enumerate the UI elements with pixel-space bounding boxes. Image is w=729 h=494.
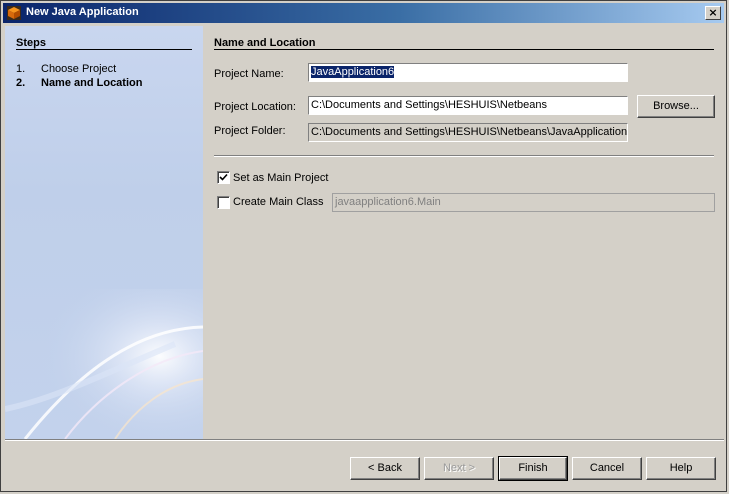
set-main-project-checkbox[interactable] bbox=[217, 171, 230, 184]
back-button[interactable]: < Back bbox=[350, 457, 420, 480]
project-folder-field[interactable]: C:\Documents and Settings\HESHUIS\Netbea… bbox=[308, 123, 628, 142]
create-main-class-checkbox[interactable] bbox=[217, 196, 230, 209]
set-main-project-label[interactable]: Set as Main Project bbox=[233, 172, 328, 184]
project-name-input[interactable]: JavaApplication6 bbox=[308, 63, 628, 82]
project-name-label: Project Name: bbox=[214, 68, 284, 80]
main-class-input[interactable]: javaapplication6.Main bbox=[332, 193, 715, 212]
panel-title-divider bbox=[214, 49, 714, 50]
close-icon: × bbox=[708, 6, 718, 19]
options-separator bbox=[214, 155, 714, 157]
step-number: 2. bbox=[16, 77, 26, 89]
close-button[interactable]: × bbox=[705, 6, 721, 20]
project-location-label: Project Location: bbox=[214, 101, 296, 113]
project-location-input[interactable]: C:\Documents and Settings\HESHUIS\Netbea… bbox=[308, 96, 628, 115]
new-java-application-dialog: New Java Application × Steps 1. Choose Pr… bbox=[0, 0, 727, 492]
checkmark-icon bbox=[219, 173, 228, 181]
project-name-value: JavaApplication6 bbox=[311, 66, 395, 78]
steps-divider bbox=[16, 49, 192, 50]
name-and-location-panel: Name and Location Project Name: JavaAppl… bbox=[203, 26, 724, 439]
project-folder-label: Project Folder: bbox=[214, 125, 286, 137]
title-bar[interactable]: New Java Application × bbox=[3, 3, 724, 23]
step-choose-project: 1. Choose Project bbox=[16, 63, 116, 75]
button-bar-separator bbox=[5, 439, 724, 441]
step-name-and-location: 2. Name and Location bbox=[16, 77, 142, 89]
cancel-button[interactable]: Cancel bbox=[572, 457, 642, 480]
step-number: 1. bbox=[16, 63, 26, 75]
decorative-swirl-graphic bbox=[5, 289, 203, 439]
window-title: New Java Application bbox=[26, 6, 139, 18]
steps-heading: Steps bbox=[16, 37, 46, 49]
step-label: Choose Project bbox=[41, 63, 117, 75]
finish-button[interactable]: Finish bbox=[498, 456, 568, 481]
browse-button[interactable]: Browse... bbox=[637, 95, 715, 118]
netbeans-cube-icon bbox=[7, 6, 21, 20]
panel-title: Name and Location bbox=[214, 37, 316, 49]
steps-panel: Steps 1. Choose Project 2. Name and Locati… bbox=[5, 26, 203, 439]
next-button[interactable]: Next > bbox=[424, 457, 494, 480]
step-label: Name and Location bbox=[41, 77, 143, 89]
create-main-class-label[interactable]: Create Main Class bbox=[233, 196, 323, 208]
help-button[interactable]: Help bbox=[646, 457, 716, 480]
